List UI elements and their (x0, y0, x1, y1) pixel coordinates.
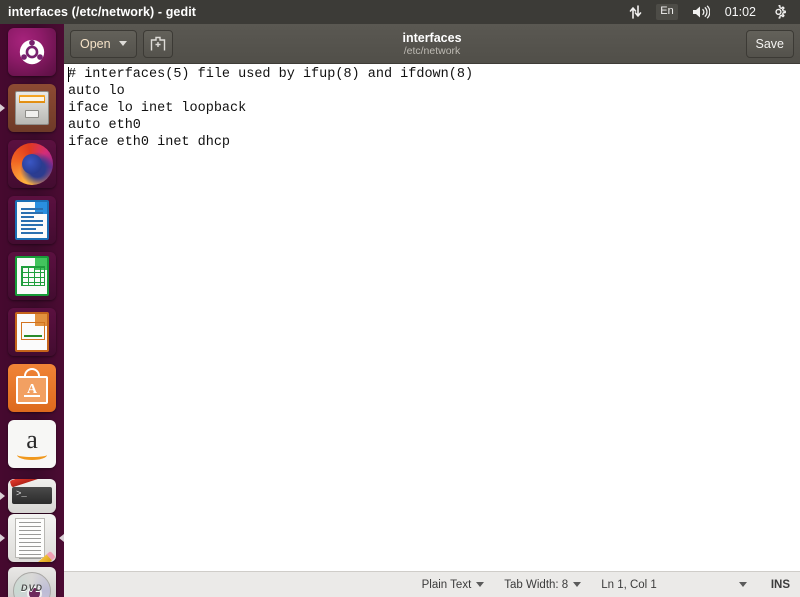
ubuntu-logo-icon (8, 28, 56, 76)
running-indicator-left (0, 104, 5, 112)
ubuntu-software-icon: A (8, 364, 56, 412)
gedit-window: Open interfaces /etc/network Save # inte… (64, 24, 800, 597)
document-title: interfaces (402, 30, 462, 45)
focused-indicator-right (59, 534, 64, 542)
running-indicator-left (0, 534, 5, 542)
libreoffice-writer-icon (8, 196, 56, 244)
header-title-block: interfaces /etc/network (64, 24, 800, 63)
language-label: Plain Text (421, 578, 472, 591)
dvd-icon: DVD (8, 567, 56, 597)
clock-indicator[interactable]: 01:02 (717, 0, 764, 24)
keyboard-layout-label: En (656, 4, 678, 20)
editor-text-content[interactable]: # interfaces(5) file used by ifup(8) and… (64, 64, 800, 571)
open-button[interactable]: Open (70, 29, 137, 58)
tab-width-label: Tab Width: 8 (504, 578, 569, 591)
libreoffice-impress-icon (8, 308, 56, 356)
file-cabinet-icon (15, 91, 49, 125)
window-title: interfaces (/etc/network) - gedit (8, 5, 197, 19)
editor-area[interactable]: # interfaces(5) file used by ifup(8) and… (64, 64, 800, 571)
launcher-item-dvd[interactable]: DVD (0, 560, 64, 597)
status-bar: Plain Text Tab Width: 8 Ln 1, Col 1 INS (64, 571, 800, 597)
text-cursor (68, 67, 69, 82)
launcher-item-amazon[interactable]: a (0, 416, 64, 472)
launcher-item-ubuntu-dash[interactable] (0, 24, 64, 80)
keyboard-layout-indicator[interactable]: En (649, 0, 684, 24)
chevron-down-icon (118, 41, 127, 46)
launcher-item-firefox[interactable] (0, 136, 64, 192)
amazon-icon: a (8, 420, 56, 468)
chevron-down-icon (476, 582, 485, 587)
save-button[interactable]: Save (745, 29, 794, 58)
launcher-item-gedit[interactable] (0, 510, 64, 566)
circle-of-friends-icon (19, 39, 45, 65)
launcher-folded-stack[interactable]: DVD (0, 472, 64, 597)
panel-indicators: En 01:02 (622, 0, 800, 24)
chevron-down-icon (738, 582, 747, 587)
top-panel: interfaces (/etc/network) - gedit En 01:… (0, 0, 800, 24)
cursor-position: Ln 1, Col 1 (591, 572, 667, 597)
launcher-item-libreoffice-writer[interactable] (0, 192, 64, 248)
language-selector[interactable]: Plain Text (412, 572, 495, 597)
chevron-down-icon (573, 582, 582, 587)
launcher-item-files[interactable] (0, 80, 64, 136)
launcher-item-libreoffice-calc[interactable] (0, 248, 64, 304)
terminal-icon (8, 479, 56, 513)
network-indicator-icon[interactable] (622, 0, 649, 24)
dvd-label: DVD (20, 583, 43, 593)
document-path: /etc/network (403, 44, 461, 57)
launcher-item-ubuntu-software[interactable]: A (0, 360, 64, 416)
gedit-header-bar: Open interfaces /etc/network Save (64, 24, 800, 64)
cursor-position-label: Ln 1, Col 1 (601, 578, 657, 591)
volume-indicator-icon[interactable] (685, 0, 717, 24)
insert-mode-indicator[interactable]: INS (757, 579, 790, 591)
desktop: interfaces (/etc/network) - gedit En 01:… (0, 0, 800, 597)
running-indicator-left (0, 492, 5, 500)
open-button-label: Open (80, 36, 111, 51)
amazon-letter: a (26, 424, 38, 454)
firefox-icon (8, 140, 56, 188)
save-button-label: Save (755, 36, 785, 51)
new-tab-icon (150, 36, 165, 50)
launcher-item-libreoffice-impress[interactable] (0, 304, 64, 360)
tab-width-selector[interactable]: Tab Width: 8 (494, 572, 591, 597)
libreoffice-calc-icon (8, 252, 56, 300)
gedit-icon (8, 514, 56, 562)
new-tab-button[interactable] (142, 29, 173, 58)
unity-launcher[interactable]: A a >_ DVD (0, 24, 64, 597)
gear-icon[interactable] (764, 0, 793, 24)
files-icon (8, 84, 56, 132)
position-dropdown[interactable] (729, 572, 757, 597)
